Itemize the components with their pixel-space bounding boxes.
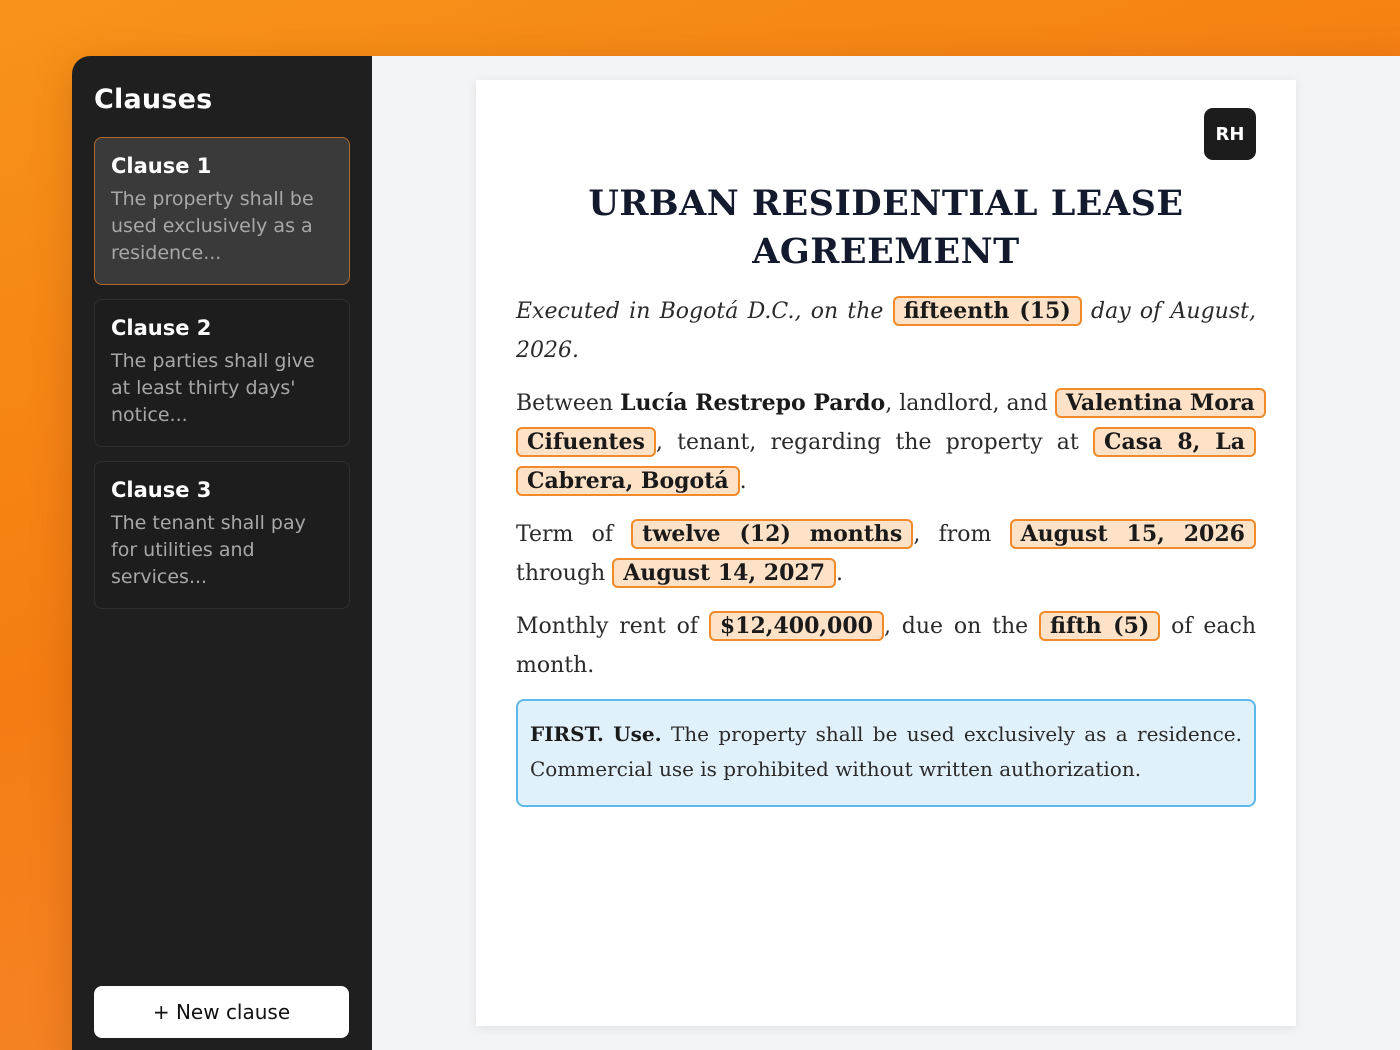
variable-field-due-day[interactable]: fifth (5) <box>1039 611 1161 641</box>
new-clause-button[interactable]: + New clause <box>94 986 349 1038</box>
clause-card-preview: The property shall be used exclusively a… <box>111 188 314 264</box>
document-area: RH URBAN RESIDENTIAL LEASE AGREEMENT Exe… <box>372 56 1400 1050</box>
clause-card-preview: The tenant shall pay for utilities and s… <box>111 512 306 588</box>
executed-paragraph: Executed in Bogotá D.C., on the fifteent… <box>516 292 1256 370</box>
executed-prefix: Executed in Bogotá D.C., on the <box>516 299 884 324</box>
term-end: . <box>836 561 844 586</box>
between-text: Between <box>516 391 614 416</box>
clause-card-2[interactable]: Clause 2 The parties shall give at least… <box>94 299 350 447</box>
term-from: , from <box>913 522 992 547</box>
clauses-sidebar: Clauses Clause 1 The property shall be u… <box>72 56 372 1050</box>
clause-card-3[interactable]: Clause 3 The tenant shall pay for utilit… <box>94 461 350 609</box>
clause-card-title: Clause 3 <box>111 478 212 502</box>
clause-card-title: Clause 2 <box>111 316 212 340</box>
parties-end: . <box>739 469 747 494</box>
term-paragraph: Term of twelve (12) months, from August … <box>516 515 1256 593</box>
variable-field-duration[interactable]: twelve (12) months <box>631 519 914 549</box>
clause-card-title: Clause 1 <box>111 154 212 178</box>
variable-field-start-date[interactable]: August 15, 2026 <box>1009 519 1256 549</box>
parties-paragraph: Between Lucía Restrepo Pardo, landlord, … <box>516 384 1266 501</box>
callout-subheading: Use. <box>613 722 662 746</box>
variable-field-rent[interactable]: $12,400,000 <box>708 611 884 641</box>
callout-heading: FIRST. <box>530 722 604 746</box>
app-window: Clauses Clause 1 The property shall be u… <box>72 56 1400 1050</box>
rent-prefix: Monthly rent of <box>516 614 699 639</box>
clause-callout[interactable]: FIRST. Use. The property shall be used e… <box>516 699 1256 807</box>
variable-field-day[interactable]: fifteenth (15) <box>892 296 1082 326</box>
document-title: URBAN RESIDENTIAL LEASE AGREEMENT <box>588 183 1184 272</box>
clause-card-preview: The parties shall give at least thirty d… <box>111 350 315 426</box>
variable-field-end-date[interactable]: August 14, 2027 <box>612 558 837 588</box>
term-prefix: Term of <box>516 522 614 547</box>
landlord-suffix: , landlord, and <box>885 391 1048 416</box>
rent-due: , due on the <box>883 614 1029 639</box>
rent-paragraph: Monthly rent of $12,400,000, due on the … <box>516 607 1256 685</box>
clause-card-1[interactable]: Clause 1 The property shall be used excl… <box>94 137 350 285</box>
term-through: through <box>516 561 606 586</box>
landlord-name: Lucía Restrepo Pardo <box>620 390 886 416</box>
user-avatar[interactable]: RH <box>1204 108 1256 160</box>
tenant-suffix: , tenant, regarding the property at <box>655 430 1079 455</box>
sidebar-title: Clauses <box>94 84 213 115</box>
document-page: RH URBAN RESIDENTIAL LEASE AGREEMENT Exe… <box>476 80 1296 1026</box>
